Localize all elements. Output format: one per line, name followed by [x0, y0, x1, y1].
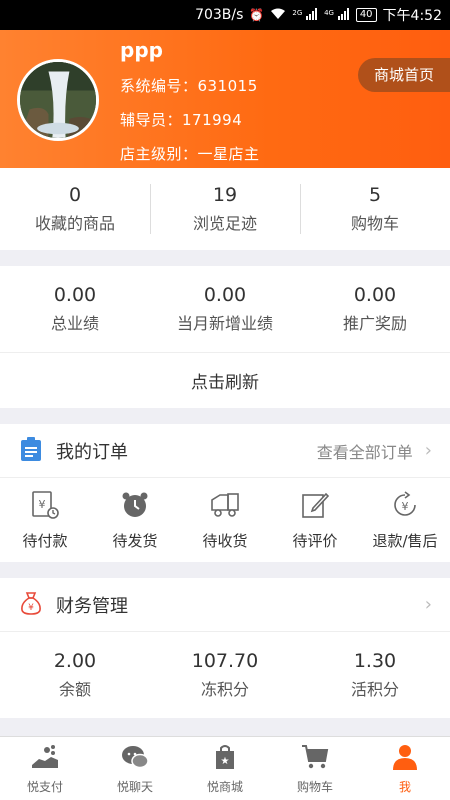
orders-section: 我的订单 查看全部订单 › ¥ 待付款 待发货 待收货 待评价 ¥ 退款/售后 — [0, 424, 450, 562]
mentor-id: 辅导员：171994 — [120, 111, 243, 129]
tab-mall[interactable]: ★ 悦商城 — [180, 737, 270, 800]
perf-value: 0.00 — [203, 284, 247, 306]
order-refund[interactable]: ¥ 退款/售后 — [360, 478, 450, 562]
stat-label: 浏览足迹 — [192, 214, 257, 233]
tab-label: 悦支付 — [26, 779, 63, 794]
finance-balance[interactable]: 2.00 余额 — [0, 632, 150, 717]
clipboard-icon — [20, 436, 42, 465]
edit-review-icon — [300, 490, 330, 524]
battery-icon: 40 — [355, 8, 377, 22]
order-label: 待付款 — [22, 531, 68, 550]
finance-value: 1.30 — [353, 649, 397, 672]
perf-label: 当月新增业绩 — [176, 314, 273, 333]
profile-header: ppp 系统编号：631015 辅导员：171994 店主级别：一星店主 商城首… — [0, 30, 450, 168]
tab-label: 我 — [398, 779, 411, 794]
username: ppp — [120, 38, 163, 62]
svg-text:¥: ¥ — [28, 603, 34, 613]
stats-row: 0 收藏的商品 19 浏览足迹 5 购物车 — [0, 168, 450, 250]
stat-label: 收藏的商品 — [34, 214, 115, 233]
orders-title: 我的订单 — [56, 441, 128, 463]
svg-text:★: ★ — [221, 756, 230, 767]
refresh-button[interactable]: 点击刷新 — [0, 353, 450, 408]
order-pending-receive[interactable]: 待收货 — [180, 478, 270, 562]
shopping-bag-icon: ★ — [211, 743, 239, 775]
finance-value: 2.00 — [53, 649, 97, 672]
delivery-truck-icon — [210, 490, 240, 524]
pay-icon — [31, 743, 59, 775]
finance-label: 冻积分 — [200, 679, 249, 699]
view-all-orders-link[interactable]: 查看全部订单 — [317, 439, 413, 463]
finance-active-points[interactable]: 1.30 活积分 — [300, 632, 450, 717]
order-label: 待发货 — [112, 531, 158, 550]
tab-label: 悦商城 — [206, 779, 243, 794]
tab-me[interactable]: 我 — [360, 737, 450, 800]
finance-label: 活积分 — [350, 679, 399, 699]
stat-value: 0 — [68, 184, 82, 206]
alarm-icon: ⏰ — [249, 8, 265, 22]
chevron-right-icon: › — [424, 594, 432, 615]
stat-history[interactable]: 19 浏览足迹 — [150, 168, 300, 250]
order-label: 待收货 — [202, 531, 248, 550]
status-bar: 703B/s ⏰ 2G 4G 40 下午4:52 — [0, 0, 450, 30]
refund-icon: ¥ — [390, 490, 420, 524]
chat-icon — [121, 743, 149, 775]
tab-pay[interactable]: 悦支付 — [0, 737, 90, 800]
tab-label: 购物车 — [296, 779, 333, 794]
avatar[interactable] — [17, 59, 99, 141]
finance-label: 余额 — [58, 679, 91, 699]
tab-label: 悦聊天 — [116, 779, 153, 794]
svg-text:¥: ¥ — [402, 500, 409, 513]
stat-value: 19 — [212, 184, 238, 206]
chevron-right-icon: › — [424, 440, 432, 461]
svg-text:¥: ¥ — [39, 498, 46, 511]
perf-monthly: 0.00 当月新增业绩 — [150, 266, 300, 352]
stat-label: 购物车 — [350, 214, 399, 233]
pending-payment-icon: ¥ — [30, 490, 60, 524]
perf-total: 0.00 总业绩 — [0, 266, 150, 352]
orders-header[interactable]: 我的订单 查看全部订单 › — [0, 424, 450, 478]
perf-value: 0.00 — [53, 284, 97, 306]
signal-2g-icon: 2G — [292, 7, 318, 23]
signal-4g-icon: 4G — [324, 7, 350, 23]
stat-value: 5 — [368, 184, 382, 206]
perf-label: 推广奖励 — [342, 314, 407, 333]
wifi-icon — [270, 8, 286, 23]
money-bag-icon: ¥ — [20, 591, 42, 619]
bottom-tab-bar: 悦支付 悦聊天 ★ 悦商城 购物车 我 — [0, 736, 450, 800]
finance-header[interactable]: ¥ 财务管理 › — [0, 578, 450, 632]
perf-value: 0.00 — [353, 284, 397, 306]
cart-icon — [301, 743, 329, 775]
finance-value: 107.70 — [191, 649, 259, 672]
stat-favorites[interactable]: 0 收藏的商品 — [0, 168, 150, 250]
order-pending-review[interactable]: 待评价 — [270, 478, 360, 562]
order-pending-payment[interactable]: ¥ 待付款 — [0, 478, 90, 562]
order-pending-ship[interactable]: 待发货 — [90, 478, 180, 562]
perf-reward: 0.00 推广奖励 — [300, 266, 450, 352]
order-label: 退款/售后 — [372, 531, 438, 550]
tab-cart[interactable]: 购物车 — [270, 737, 360, 800]
system-number: 系统编号：631015 — [120, 77, 258, 95]
mall-home-button[interactable]: 商城首页 — [357, 58, 450, 92]
finance-frozen-points[interactable]: 107.70 冻积分 — [150, 632, 300, 717]
finance-section: ¥ 财务管理 › 2.00 余额 107.70 冻积分 1.30 活积分 — [0, 578, 450, 718]
alarm-clock-icon — [120, 490, 150, 524]
perf-label: 总业绩 — [50, 314, 99, 333]
performance-panel: 0.00 总业绩 0.00 当月新增业绩 0.00 推广奖励 点击刷新 — [0, 266, 450, 408]
tab-chat[interactable]: 悦聊天 — [90, 737, 180, 800]
shop-level: 店主级别：一星店主 — [120, 145, 260, 163]
stat-cart[interactable]: 5 购物车 — [300, 168, 450, 250]
network-speed: 703B/s — [195, 7, 244, 23]
user-icon — [391, 743, 419, 775]
clock: 下午4:52 — [382, 8, 442, 24]
finance-title: 财务管理 — [56, 595, 128, 617]
order-label: 待评价 — [292, 531, 338, 550]
